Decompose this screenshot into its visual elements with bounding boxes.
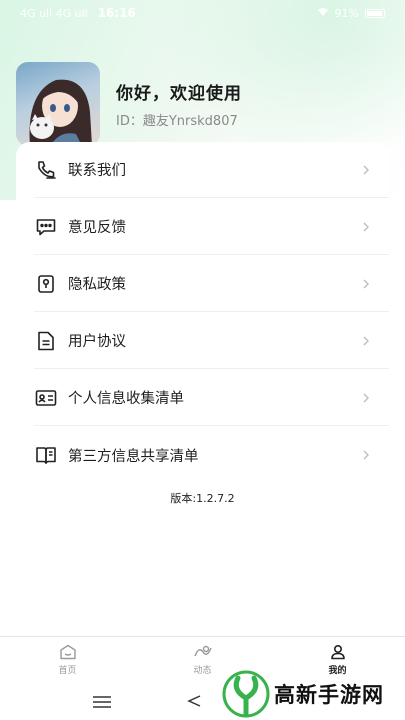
- battery-percent: 91%: [334, 6, 359, 20]
- home-icon: [59, 644, 76, 659]
- menu-item-user-agreement[interactable]: 用户协议: [34, 313, 389, 369]
- menu-item-contact-us[interactable]: 联系我们: [34, 142, 389, 198]
- status-bar: 4G ull 4G ull 16:16 91%: [0, 0, 405, 26]
- menu-item-personal-info-list[interactable]: 个人信息收集清单: [34, 370, 389, 426]
- privacy-lock-icon: [34, 272, 58, 296]
- watermark-logo: [222, 670, 270, 718]
- menu-item-label: 意见反馈: [68, 220, 126, 236]
- signal-indicator: 4G ull 4G ull: [20, 6, 88, 20]
- menu-item-privacy-policy[interactable]: 隐私政策: [34, 256, 389, 312]
- status-time: 16:16: [97, 6, 136, 20]
- menu-item-feedback[interactable]: 意见反馈: [34, 199, 389, 255]
- menu-item-label: 用户协议: [68, 334, 126, 350]
- back-icon[interactable]: [186, 694, 202, 708]
- tab-home-label: 首页: [58, 665, 77, 676]
- greeting-text: 你好，欢迎使用: [116, 84, 242, 104]
- menu-icon[interactable]: [92, 696, 112, 708]
- chevron-right-icon: [363, 165, 369, 174]
- profile-header: 你好，欢迎使用 ID：趣友Ynrskd807: [16, 62, 242, 146]
- document-icon: [34, 329, 58, 353]
- chevron-right-icon: [363, 450, 369, 460]
- avatar[interactable]: [16, 62, 100, 146]
- chat-bubble-icon: [34, 215, 58, 239]
- battery-icon: [365, 8, 385, 18]
- watermark-text: 高新手游网: [274, 683, 384, 707]
- id-card-icon: [34, 386, 58, 410]
- user-id: ID：趣友Ynrskd807: [116, 114, 238, 129]
- phone-icon: [34, 158, 58, 182]
- menu-item-third-party-sharing-list[interactable]: 第三方信息共享清单: [34, 427, 389, 483]
- menu-item-label: 联系我们: [68, 163, 126, 179]
- watermark: 高新手游网: [222, 668, 384, 720]
- chevron-right-icon: [363, 393, 369, 402]
- tab-home[interactable]: 首页: [0, 637, 135, 682]
- menu-card: 联系我们 意见反馈 隐私政策 用户协议 个人信息收集清单 第三方信息共享清单: [16, 142, 389, 482]
- version-label: 版本:1.2.7.2: [170, 492, 235, 505]
- chevron-right-icon: [363, 336, 369, 345]
- chevron-right-icon: [363, 279, 369, 288]
- menu-item-label: 个人信息收集清单: [68, 391, 184, 407]
- person-icon: [330, 644, 345, 659]
- menu-item-label: 第三方信息共享清单: [68, 448, 199, 465]
- wifi-icon: [317, 7, 329, 20]
- chevron-right-icon: [363, 222, 369, 231]
- feed-icon: [193, 645, 212, 656]
- menu-item-label: 隐私政策: [68, 277, 126, 293]
- book-icon: [34, 443, 58, 467]
- tab-feed-label: 动态: [193, 665, 212, 676]
